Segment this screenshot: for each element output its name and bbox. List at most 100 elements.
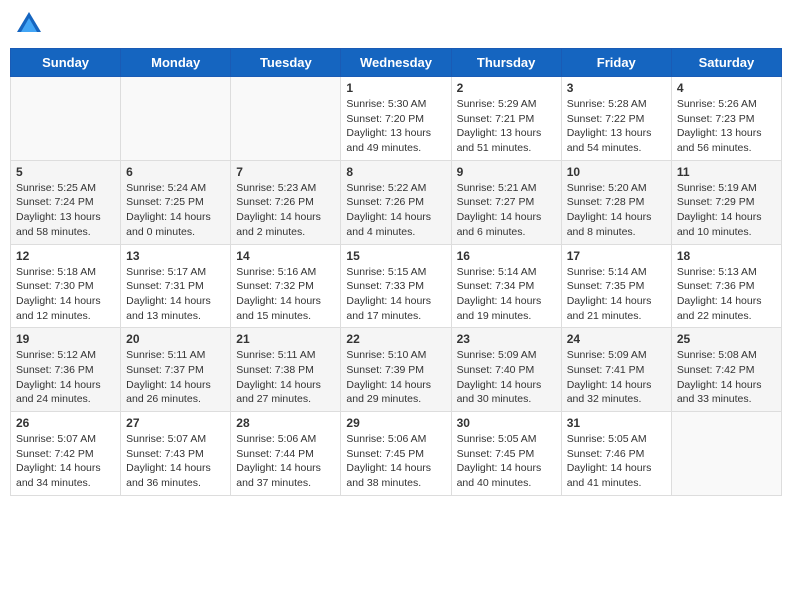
day-number: 19 [16,332,115,346]
day-info: Sunrise: 5:14 AMSunset: 7:34 PMDaylight:… [457,265,556,324]
calendar-cell [671,412,781,496]
calendar-cell: 20 Sunrise: 5:11 AMSunset: 7:37 PMDayligh… [121,328,231,412]
day-info: Sunrise: 5:06 AMSunset: 7:44 PMDaylight:… [236,432,335,491]
day-info: Sunrise: 5:11 AMSunset: 7:37 PMDaylight:… [126,348,225,407]
day-info: Sunrise: 5:12 AMSunset: 7:36 PMDaylight:… [16,348,115,407]
day-info: Sunrise: 5:26 AMSunset: 7:23 PMDaylight:… [677,97,776,156]
day-number: 11 [677,165,776,179]
day-number: 22 [346,332,445,346]
weekday-header-sunday: Sunday [11,49,121,77]
day-number: 8 [346,165,445,179]
weekday-header-friday: Friday [561,49,671,77]
day-number: 26 [16,416,115,430]
calendar-cell: 9Sunrise: 5:21 AMSunset: 7:27 PMDaylight… [451,160,561,244]
day-info: Sunrise: 5:28 AMSunset: 7:22 PMDaylight:… [567,97,666,156]
calendar-cell: 19 Sunrise: 5:12 AMSunset: 7:36 PMDayligh… [11,328,121,412]
calendar-cell: 16 Sunrise: 5:14 AMSunset: 7:34 PMDayligh… [451,244,561,328]
day-info: Sunrise: 5:07 AMSunset: 7:42 PMDaylight:… [16,432,115,491]
day-number: 16 [457,249,556,263]
day-number: 6 [126,165,225,179]
logo [15,10,47,38]
calendar-cell: 13 Sunrise: 5:17 AMSunset: 7:31 PMDayligh… [121,244,231,328]
day-number: 25 [677,332,776,346]
calendar-cell: 21 Sunrise: 5:11 AMSunset: 7:38 PMDayligh… [231,328,341,412]
calendar-cell: 25 Sunrise: 5:08 AMSunset: 7:42 PMDayligh… [671,328,781,412]
calendar-cell: 22 Sunrise: 5:10 AMSunset: 7:39 PMDayligh… [341,328,451,412]
day-info: Sunrise: 5:23 AMSunset: 7:26 PMDaylight:… [236,181,335,240]
day-info: Sunrise: 5:09 AMSunset: 7:41 PMDaylight:… [567,348,666,407]
calendar-cell: 1 Sunrise: 5:30 AMSunset: 7:20 PMDaylight… [341,77,451,161]
weekday-header-row: SundayMondayTuesdayWednesdayThursdayFrid… [11,49,782,77]
day-number: 30 [457,416,556,430]
calendar-cell: 24 Sunrise: 5:09 AMSunset: 7:41 PMDayligh… [561,328,671,412]
day-info: Sunrise: 5:20 AMSunset: 7:28 PMDaylight:… [567,181,666,240]
day-info: Sunrise: 5:17 AMSunset: 7:31 PMDaylight:… [126,265,225,324]
day-info: Sunrise: 5:10 AMSunset: 7:39 PMDaylight:… [346,348,445,407]
calendar-week-row: 1 Sunrise: 5:30 AMSunset: 7:20 PMDaylight… [11,77,782,161]
weekday-header-monday: Monday [121,49,231,77]
day-info: Sunrise: 5:14 AMSunset: 7:35 PMDaylight:… [567,265,666,324]
weekday-header-tuesday: Tuesday [231,49,341,77]
day-info: Sunrise: 5:07 AMSunset: 7:43 PMDaylight:… [126,432,225,491]
page-header [10,10,782,38]
day-number: 23 [457,332,556,346]
day-info: Sunrise: 5:13 AMSunset: 7:36 PMDaylight:… [677,265,776,324]
calendar-cell: 11 Sunrise: 5:19 AMSunset: 7:29 PMDayligh… [671,160,781,244]
day-number: 7 [236,165,335,179]
calendar-cell: 10 Sunrise: 5:20 AMSunset: 7:28 PMDayligh… [561,160,671,244]
calendar-cell: 28 Sunrise: 5:06 AMSunset: 7:44 PMDayligh… [231,412,341,496]
day-info: Sunrise: 5:05 AMSunset: 7:46 PMDaylight:… [567,432,666,491]
day-number: 3 [567,81,666,95]
calendar-week-row: 19 Sunrise: 5:12 AMSunset: 7:36 PMDayligh… [11,328,782,412]
day-number: 14 [236,249,335,263]
day-number: 9 [457,165,556,179]
day-info: Sunrise: 5:29 AMSunset: 7:21 PMDaylight:… [457,97,556,156]
day-info: Sunrise: 5:22 AMSunset: 7:26 PMDaylight:… [346,181,445,240]
day-number: 17 [567,249,666,263]
day-info: Sunrise: 5:25 AMSunset: 7:24 PMDaylight:… [16,181,115,240]
day-number: 15 [346,249,445,263]
day-info: Sunrise: 5:08 AMSunset: 7:42 PMDaylight:… [677,348,776,407]
day-info: Sunrise: 5:16 AMSunset: 7:32 PMDaylight:… [236,265,335,324]
calendar-week-row: 12Sunrise: 5:18 AMSunset: 7:30 PMDayligh… [11,244,782,328]
day-number: 28 [236,416,335,430]
day-info: Sunrise: 5:15 AMSunset: 7:33 PMDaylight:… [346,265,445,324]
day-info: Sunrise: 5:11 AMSunset: 7:38 PMDaylight:… [236,348,335,407]
calendar-cell: 14 Sunrise: 5:16 AMSunset: 7:32 PMDayligh… [231,244,341,328]
day-number: 24 [567,332,666,346]
day-number: 18 [677,249,776,263]
day-number: 31 [567,416,666,430]
calendar-week-row: 26 Sunrise: 5:07 AMSunset: 7:42 PMDayligh… [11,412,782,496]
calendar-cell [11,77,121,161]
calendar-cell: 23 Sunrise: 5:09 AMSunset: 7:40 PMDayligh… [451,328,561,412]
calendar-cell: 29 Sunrise: 5:06 AMSunset: 7:45 PMDayligh… [341,412,451,496]
day-number: 4 [677,81,776,95]
calendar-cell: 15 Sunrise: 5:15 AMSunset: 7:33 PMDayligh… [341,244,451,328]
day-info: Sunrise: 5:09 AMSunset: 7:40 PMDaylight:… [457,348,556,407]
day-info: Sunrise: 5:30 AMSunset: 7:20 PMDaylight:… [346,97,445,156]
calendar-cell: 26 Sunrise: 5:07 AMSunset: 7:42 PMDayligh… [11,412,121,496]
day-info: Sunrise: 5:06 AMSunset: 7:45 PMDaylight:… [346,432,445,491]
calendar-cell: 31 Sunrise: 5:05 AMSunset: 7:46 PMDayligh… [561,412,671,496]
day-number: 2 [457,81,556,95]
day-number: 10 [567,165,666,179]
calendar-cell: 6Sunrise: 5:24 AMSunset: 7:25 PMDaylight… [121,160,231,244]
day-info: Sunrise: 5:19 AMSunset: 7:29 PMDaylight:… [677,181,776,240]
day-number: 13 [126,249,225,263]
day-number: 29 [346,416,445,430]
calendar-cell [231,77,341,161]
day-number: 20 [126,332,225,346]
calendar-cell: 5Sunrise: 5:25 AMSunset: 7:24 PMDaylight… [11,160,121,244]
calendar-cell: 30 Sunrise: 5:05 AMSunset: 7:45 PMDayligh… [451,412,561,496]
calendar-cell: 18 Sunrise: 5:13 AMSunset: 7:36 PMDayligh… [671,244,781,328]
calendar-cell: 2 Sunrise: 5:29 AMSunset: 7:21 PMDaylight… [451,77,561,161]
day-info: Sunrise: 5:05 AMSunset: 7:45 PMDaylight:… [457,432,556,491]
day-number: 21 [236,332,335,346]
weekday-header-thursday: Thursday [451,49,561,77]
weekday-header-saturday: Saturday [671,49,781,77]
day-number: 27 [126,416,225,430]
logo-icon [15,10,43,38]
day-number: 1 [346,81,445,95]
calendar-cell: 12Sunrise: 5:18 AMSunset: 7:30 PMDayligh… [11,244,121,328]
calendar-cell: 7 Sunrise: 5:23 AMSunset: 7:26 PMDaylight… [231,160,341,244]
